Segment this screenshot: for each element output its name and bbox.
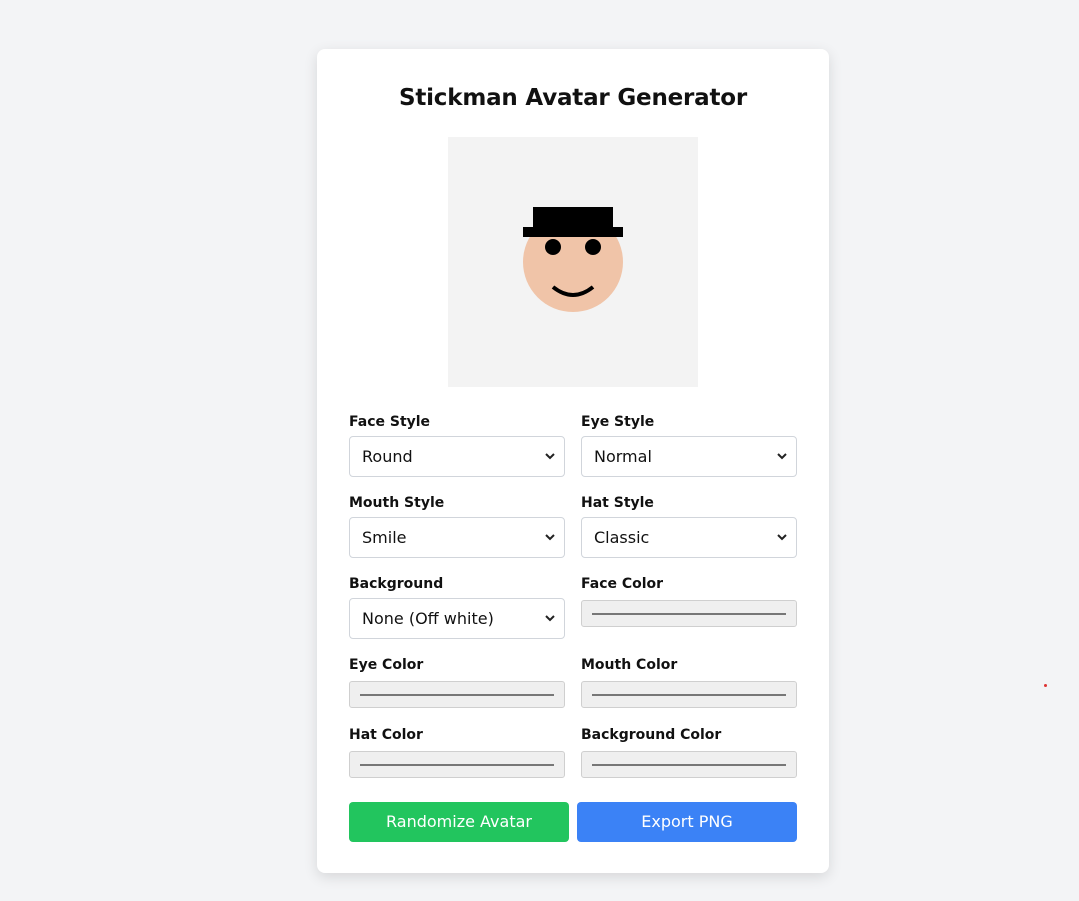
hat-style-value: Classic [594, 528, 650, 547]
export-png-button[interactable]: Export PNG [577, 802, 797, 842]
face-style-field: Face Style Round [349, 414, 565, 477]
page-title: Stickman Avatar Generator [398, 85, 748, 111]
avatar-left-eye [545, 239, 561, 255]
background-color-swatch [592, 764, 786, 766]
hat-color-label: Hat Color [349, 727, 423, 743]
background-color-label: Background Color [581, 727, 722, 743]
hat-style-select[interactable]: Classic [581, 517, 797, 558]
background-color-field: Background Color [581, 727, 797, 778]
eye-style-value: Normal [594, 447, 652, 466]
face-color-picker[interactable] [581, 600, 797, 627]
eye-style-field: Eye Style Normal [581, 414, 797, 477]
avatar-hat-crown [533, 207, 613, 229]
eye-style-label: Eye Style [581, 414, 655, 430]
avatar-right-eye [585, 239, 601, 255]
mouth-color-field: Mouth Color [581, 657, 797, 708]
avatar-preview-canvas [448, 137, 698, 387]
hat-color-swatch [360, 764, 554, 766]
eye-color-swatch [360, 694, 554, 696]
face-color-field: Face Color [581, 576, 797, 627]
eye-color-field: Eye Color [349, 657, 565, 708]
face-color-swatch [592, 613, 786, 615]
mouth-color-picker[interactable] [581, 681, 797, 708]
chevron-down-icon [545, 615, 555, 622]
randomize-avatar-button[interactable]: Randomize Avatar [349, 802, 569, 842]
background-color-picker[interactable] [581, 751, 797, 778]
background-value: None (Off white) [362, 609, 494, 628]
mouth-style-label: Mouth Style [349, 495, 445, 511]
hat-style-label: Hat Style [581, 495, 654, 511]
face-style-label: Face Style [349, 414, 431, 430]
eye-color-picker[interactable] [349, 681, 565, 708]
mouth-style-field: Mouth Style Smile [349, 495, 565, 558]
chevron-down-icon [777, 534, 787, 541]
chevron-down-icon [545, 453, 555, 460]
chevron-down-icon [545, 534, 555, 541]
eye-style-select[interactable]: Normal [581, 436, 797, 477]
background-select[interactable]: None (Off white) [349, 598, 565, 639]
mouth-style-value: Smile [362, 528, 407, 547]
avatar-generator-card: Stickman Avatar Generator Face Style Rou… [317, 49, 829, 873]
face-style-select[interactable]: Round [349, 436, 565, 477]
mouth-style-select[interactable]: Smile [349, 517, 565, 558]
background-field: Background None (Off white) [349, 576, 565, 639]
hat-style-field: Hat Style Classic [581, 495, 797, 558]
face-color-label: Face Color [581, 576, 664, 592]
chevron-down-icon [777, 453, 787, 460]
hat-color-field: Hat Color [349, 727, 565, 778]
mouth-color-label: Mouth Color [581, 657, 678, 673]
cursor-dot [1044, 684, 1047, 687]
background-label: Background [349, 576, 444, 592]
eye-color-label: Eye Color [349, 657, 424, 673]
mouth-color-swatch [592, 694, 786, 696]
face-style-value: Round [362, 447, 413, 466]
hat-color-picker[interactable] [349, 751, 565, 778]
